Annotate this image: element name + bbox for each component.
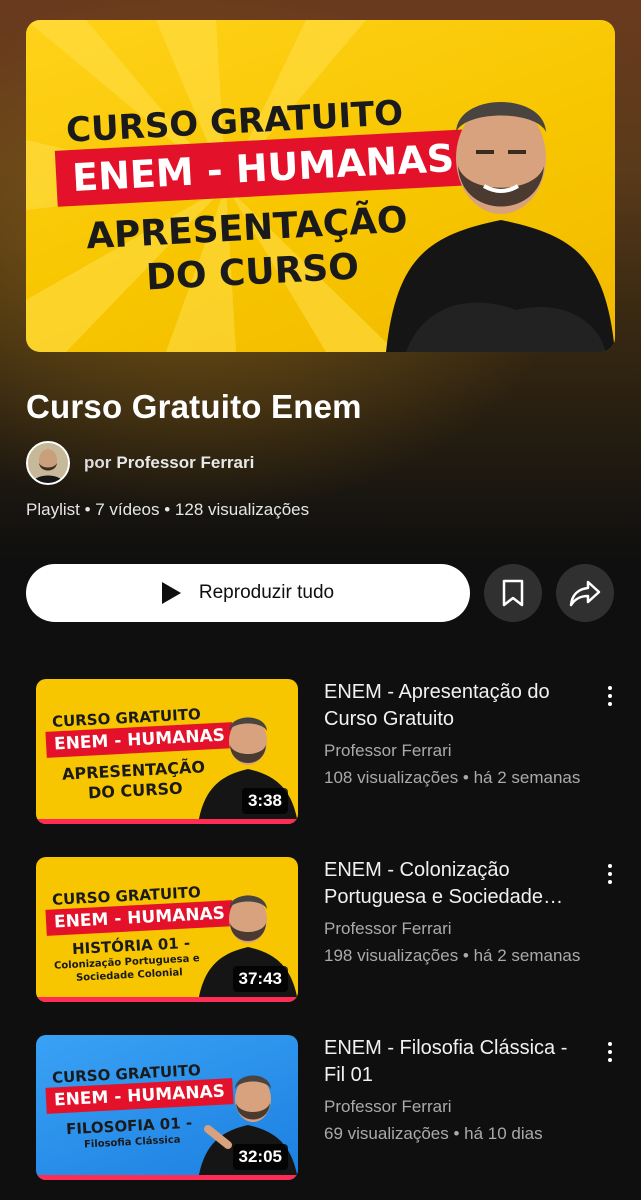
thumb-line-4: Filosofia Clássica (83, 1134, 181, 1151)
video-duration: 37:43 (232, 966, 288, 992)
video-thumbnail[interactable]: CURSO GRATUITO ENEM - HUMANAS APRESENTAÇ… (36, 679, 298, 824)
presenter-image (386, 102, 615, 352)
save-playlist-button[interactable] (484, 564, 542, 622)
video-title[interactable]: ENEM - Apresentação do Curso Gratuito (324, 679, 594, 733)
bookmark-icon (502, 579, 524, 607)
playlist-title: Curso Gratuito Enem (26, 388, 362, 425)
video-duration: 32:05 (232, 1144, 288, 1170)
video-thumbnail[interactable]: CURSO GRATUITO ENEM - HUMANAS FILOSOFIA … (36, 1035, 298, 1180)
thumb-line-3: APRESENTAÇÃO (61, 757, 206, 784)
video-channel: Professor Ferrari (324, 919, 452, 938)
more-vert-icon[interactable] (598, 859, 622, 889)
avatar[interactable] (26, 441, 70, 485)
owner-name[interactable]: Professor Ferrari (116, 453, 254, 472)
playlist-page: CURSO GRATUITO ENEM - HUMANAS APRESENTAÇ… (0, 0, 641, 1200)
list-item[interactable]: CURSO GRATUITO ENEM - HUMANAS HISTÓRIA 0… (0, 857, 641, 1007)
more-vert-icon[interactable] (598, 1037, 622, 1067)
video-title[interactable]: ENEM - Colonização Portuguesa e Sociedad… (324, 857, 594, 911)
playlist-thumbnail[interactable]: CURSO GRATUITO ENEM - HUMANAS APRESENTAÇ… (26, 20, 615, 352)
watch-progress-bar (36, 997, 298, 1002)
video-stats: 108 visualizações • há 2 semanas (324, 768, 581, 787)
watch-progress-bar (36, 1175, 298, 1180)
share-button[interactable] (556, 564, 614, 622)
video-stats: 69 visualizações • há 10 dias (324, 1124, 543, 1143)
share-icon (569, 580, 601, 607)
watch-progress-bar (36, 819, 298, 824)
play-icon (161, 582, 181, 604)
thumb-line-4: DO CURSO (87, 778, 184, 803)
video-channel: Professor Ferrari (324, 741, 452, 760)
video-stats: 198 visualizações • há 2 semanas (324, 946, 581, 965)
more-vert-icon[interactable] (598, 681, 622, 711)
video-thumbnail[interactable]: CURSO GRATUITO ENEM - HUMANAS HISTÓRIA 0… (36, 857, 298, 1002)
byline-prefix: por (84, 453, 112, 472)
video-duration: 3:38 (241, 788, 288, 814)
list-item[interactable]: CURSO GRATUITO ENEM - HUMANAS APRESENTAÇ… (0, 679, 641, 829)
playlist-owner[interactable]: por Professor Ferrari (26, 441, 254, 485)
play-all-label: Reproduzir tudo (198, 582, 335, 603)
play-all-button[interactable]: Reproduzir tudo (26, 564, 470, 622)
video-title[interactable]: ENEM - Filosofia Clássica - Fil 01 (324, 1035, 594, 1089)
list-item[interactable]: CURSO GRATUITO ENEM - HUMANAS FILOSOFIA … (0, 1035, 641, 1185)
owner-byline: por Professor Ferrari (84, 453, 254, 473)
playlist-meta: Playlist • 7 vídeos • 128 visualizações (26, 500, 310, 519)
video-channel: Professor Ferrari (324, 1097, 452, 1116)
